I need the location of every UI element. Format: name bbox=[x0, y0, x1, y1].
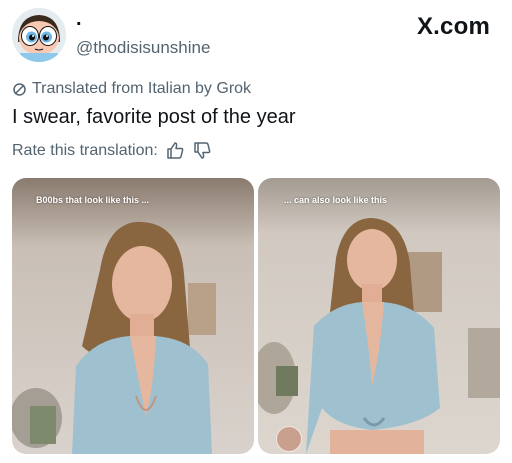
translation-label: Translated from Italian by Grok bbox=[32, 80, 252, 97]
thumbs-up-icon[interactable] bbox=[166, 141, 185, 160]
post-text: I swear, favorite post of the year bbox=[12, 106, 296, 128]
user-handle[interactable]: @thodisisunshine bbox=[76, 38, 210, 58]
media-image-left[interactable]: B00bs that look like this ... bbox=[12, 178, 254, 454]
creator-avatar bbox=[276, 426, 302, 452]
photo-right bbox=[258, 178, 500, 454]
translation-notice: Translated from Italian by Grok bbox=[12, 80, 251, 98]
caption-left: B00bs that look like this ... bbox=[36, 195, 150, 205]
avatar[interactable] bbox=[12, 8, 66, 62]
media-image-right[interactable]: ... can also look like this bbox=[258, 178, 500, 454]
site-watermark: X.com bbox=[416, 13, 490, 40]
display-name[interactable]: . bbox=[76, 9, 82, 29]
rate-translation: Rate this translation: bbox=[12, 141, 212, 160]
translate-icon bbox=[13, 82, 26, 96]
thumbs-down-icon[interactable] bbox=[193, 141, 212, 160]
rate-translation-label: Rate this translation: bbox=[12, 141, 158, 159]
caption-right: ... can also look like this bbox=[284, 195, 388, 205]
avatar-image bbox=[12, 8, 66, 62]
photo-left bbox=[12, 178, 254, 454]
